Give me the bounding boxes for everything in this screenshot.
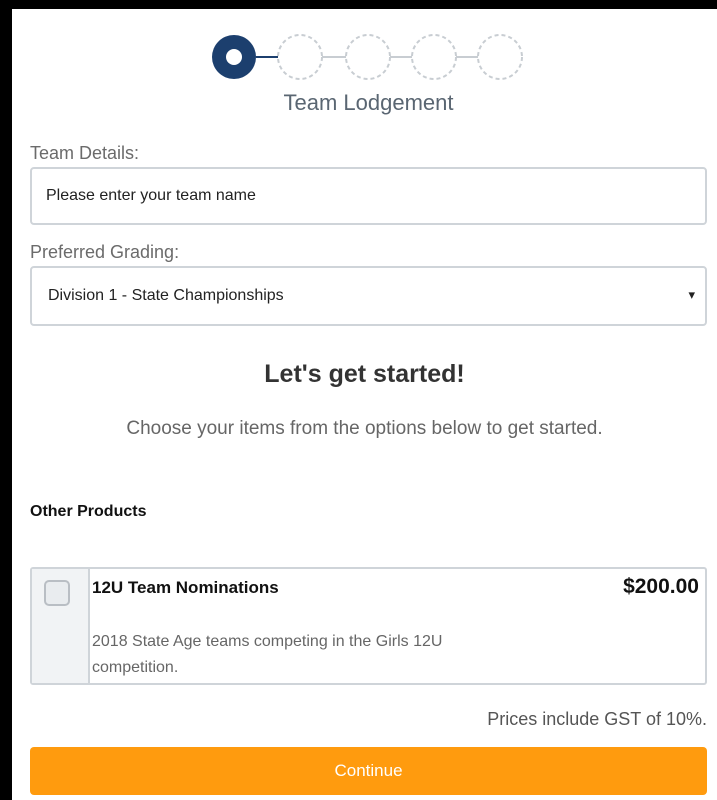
product-name: 12U Team Nominations bbox=[92, 578, 279, 597]
step-1-active bbox=[212, 35, 256, 79]
step-progress-indicator bbox=[212, 34, 523, 80]
step-2 bbox=[277, 34, 323, 80]
window-frame-left bbox=[0, 0, 12, 800]
intro-heading: Let's get started! bbox=[264, 360, 465, 388]
team-name-placeholder: Please enter your team name bbox=[46, 187, 256, 204]
product-select-column bbox=[32, 569, 90, 683]
gst-note: Prices include GST of 10%. bbox=[487, 709, 707, 729]
grading-selected-value: Division 1 - State Championships bbox=[48, 287, 284, 304]
team-details-label: Team Details: bbox=[30, 143, 140, 163]
product-description: 2018 State Age teams competing in the Gi… bbox=[92, 633, 443, 676]
intro-subheading: Choose your items from the options below… bbox=[126, 418, 603, 439]
team-name-input[interactable]: Please enter your team name bbox=[30, 167, 707, 225]
preferred-grading-label: Preferred Grading: bbox=[30, 242, 180, 262]
product-checkbox[interactable] bbox=[44, 580, 70, 606]
other-products-title: Other Products bbox=[30, 503, 147, 520]
product-card: 12U Team Nominations $200.00 2018 State … bbox=[30, 567, 707, 685]
step-4 bbox=[411, 34, 457, 80]
step-3 bbox=[345, 34, 391, 80]
step-title: Team Lodgement bbox=[283, 90, 454, 115]
step-5 bbox=[477, 34, 523, 80]
dropdown-arrow-icon: ▾ bbox=[688, 287, 695, 302]
grading-select[interactable]: Division 1 - State Championships ▾ bbox=[30, 266, 707, 326]
product-price: $200.00 bbox=[623, 575, 699, 598]
continue-button[interactable]: Continue bbox=[30, 747, 707, 795]
